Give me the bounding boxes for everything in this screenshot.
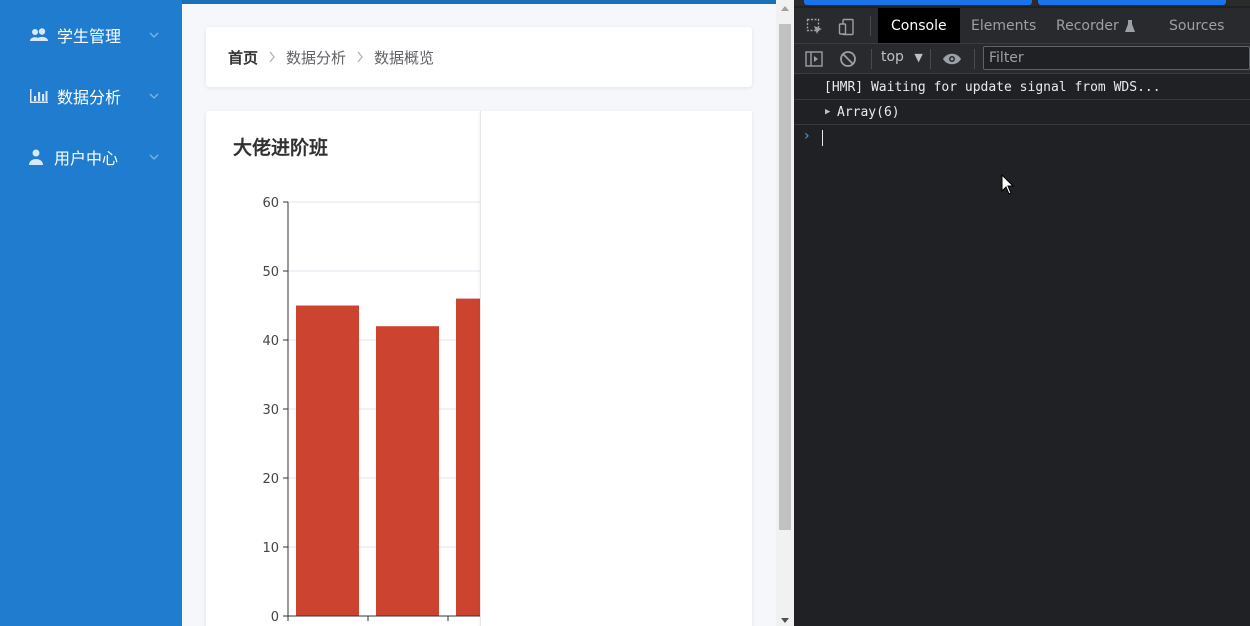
- y-tick-label: 60: [262, 196, 279, 211]
- chevron-down-icon: [149, 154, 159, 160]
- clear-console-icon[interactable]: [837, 48, 859, 70]
- device-toolbar-icon[interactable]: [836, 16, 858, 38]
- chevron-down-icon: [149, 93, 159, 99]
- y-tick-label: 20: [262, 472, 279, 487]
- user-icon: [27, 149, 45, 165]
- tab-console[interactable]: Console: [878, 8, 960, 43]
- console-message-label: Array(6): [837, 105, 900, 120]
- eye-icon[interactable]: [941, 48, 963, 70]
- users-icon: [30, 27, 48, 43]
- console-toolbar: top ▼ Filter: [794, 44, 1250, 74]
- context-selector[interactable]: top ▼: [881, 49, 923, 65]
- page-scrollbar[interactable]: [776, 0, 794, 626]
- devtools-tab-bar: Console Elements Recorder Sources: [794, 8, 1250, 44]
- chevron-down-icon: [149, 32, 159, 38]
- flask-icon: [1124, 19, 1135, 32]
- sidebar-item-data-analysis[interactable]: 数据分析: [0, 73, 182, 119]
- main-content: 首页 数据分析 数据概览 0102030405060一班二班三班 大佬进阶班: [182, 0, 776, 626]
- tab-recorder[interactable]: Recorder: [1043, 8, 1148, 43]
- sidebar-item-label: 学生管理: [57, 27, 122, 46]
- sidebar-item-label: 用户中心: [54, 149, 119, 168]
- chart-bar[interactable]: [296, 305, 359, 617]
- tab-elements[interactable]: Elements: [958, 8, 1049, 43]
- mouse-cursor-icon: [1001, 173, 1015, 200]
- sidebar-item-label: 数据分析: [57, 88, 122, 107]
- y-tick-label: 10: [262, 541, 279, 556]
- console-message: [HMR] Waiting for update signal from WDS…: [794, 75, 1250, 100]
- sidebar-toggle-icon[interactable]: [803, 48, 825, 70]
- console-prompt-icon: ›: [804, 128, 810, 144]
- bar-chart: 0102030405060一班二班三班: [262, 196, 480, 625]
- chart-bar[interactable]: [456, 298, 480, 616]
- y-tick-label: 30: [262, 403, 279, 418]
- y-tick-label: 50: [262, 265, 279, 280]
- chart-title: 大佬进阶班: [233, 137, 329, 159]
- chart-bar[interactable]: [376, 326, 439, 616]
- expand-triangle-icon[interactable]: ▶: [825, 100, 830, 125]
- chevron-right-icon: [268, 51, 276, 63]
- scroll-thumb[interactable]: [779, 24, 791, 530]
- chevron-right-icon: [356, 51, 364, 63]
- breadcrumb-item-data-analysis[interactable]: 数据分析: [286, 47, 346, 68]
- breadcrumb: 首页 数据分析 数据概览: [206, 27, 752, 87]
- scroll-down-arrow-icon[interactable]: [781, 618, 789, 623]
- sidebar-item-student-management[interactable]: 学生管理: [0, 12, 182, 58]
- chart-card: 0102030405060一班二班三班 大佬进阶班: [206, 111, 480, 626]
- devtools-top-strip: [794, 0, 1250, 6]
- inspect-element-icon[interactable]: [804, 16, 826, 38]
- y-tick-label: 0: [271, 610, 279, 625]
- sidebar-item-user-center[interactable]: 用户中心: [0, 134, 182, 180]
- tab-recorder-label: Recorder: [1056, 17, 1119, 34]
- bar-chart-icon: [30, 88, 48, 104]
- breadcrumb-item-data-overview: 数据概览: [374, 48, 435, 67]
- y-tick-label: 40: [262, 334, 279, 349]
- context-selector-label: top: [881, 49, 904, 65]
- tab-sources[interactable]: Sources: [1156, 8, 1237, 43]
- console-filter-input[interactable]: Filter: [983, 46, 1250, 70]
- devtools-panel: Console Elements Recorder Sources top ▼ …: [794, 0, 1250, 626]
- right-panel-card: [480, 111, 752, 626]
- console-input-caret[interactable]: [822, 130, 823, 146]
- scroll-up-arrow-icon[interactable]: [781, 6, 789, 11]
- sidebar: 学生管理 数据分析 用户中心: [0, 0, 182, 626]
- console-message-array[interactable]: ▶ Array(6): [794, 100, 1250, 125]
- caret-down-icon: ▼: [914, 51, 923, 64]
- breadcrumb-item-home[interactable]: 首页: [228, 47, 258, 68]
